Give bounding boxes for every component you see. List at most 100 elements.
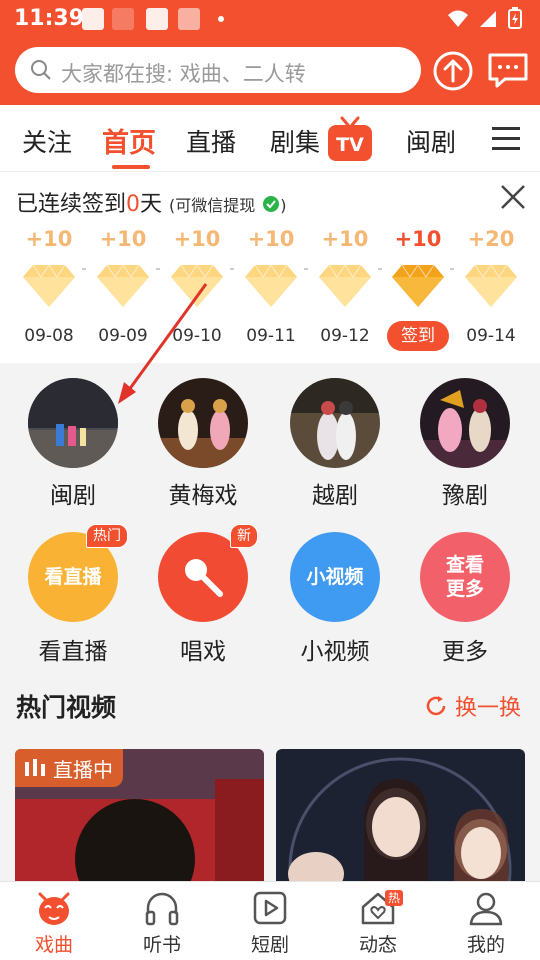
points-label: +10 (25, 227, 73, 251)
category-huangmei-opera[interactable]: 黄梅戏 (148, 378, 258, 510)
opera-mask-icon (38, 892, 70, 925)
category-yue-opera[interactable]: 越剧 (280, 378, 390, 510)
checkin-days-count: 0 (126, 192, 141, 217)
tv-badge-icon: TV (328, 116, 372, 161)
wifi-icon (448, 7, 468, 29)
search-bar[interactable]: 大家都在搜: 戏曲、二人转 (15, 47, 421, 93)
live-badge: 直播中 (15, 749, 123, 787)
checkin-day-today[interactable]: +10 签到 (383, 227, 453, 351)
image-notification-icon (178, 8, 200, 30)
nav-short-drama[interactable]: 短剧 (225, 888, 315, 957)
search-icon (31, 60, 51, 80)
category-label: 越剧 (312, 483, 358, 509)
day-separator (304, 268, 308, 270)
app-header: 11:39 大家都在搜: 戏曲、二人转 (0, 0, 540, 105)
day-separator (230, 268, 234, 270)
tab-min-opera[interactable]: 闽剧 (406, 123, 456, 159)
hot-badge: 热 (385, 890, 404, 906)
category-yu-opera[interactable]: 豫剧 (410, 378, 520, 510)
person-icon (469, 892, 503, 926)
app-notification-icon (112, 8, 134, 30)
nav-updates[interactable]: 热 动态 (333, 888, 423, 957)
points-label: +10 (173, 227, 221, 251)
signal-icon (478, 7, 498, 29)
microphone-icon: 新 (158, 524, 258, 622)
huangmei-opera-thumbnail (158, 378, 248, 468)
tab-series[interactable]: 剧集 (270, 123, 320, 159)
status-time: 11:39 (14, 6, 85, 31)
min-opera-thumbnail (28, 378, 118, 468)
date-label: 09-12 (320, 326, 370, 346)
yue-opera-thumbnail (290, 378, 380, 468)
checkin-day: +10 09-12 (310, 227, 380, 351)
headphones-icon (145, 892, 179, 926)
battery-icon (508, 7, 528, 29)
gallery-notification-icon (82, 8, 104, 30)
diamond-icon (23, 264, 75, 307)
checkin-day: +10 09-08 (14, 227, 84, 351)
date-label: 09-14 (466, 326, 516, 346)
refresh-icon (426, 696, 446, 716)
status-bar: 11:39 (0, 0, 540, 38)
feature-short-video[interactable]: 小视频 小视频 (275, 532, 395, 666)
tab-home[interactable]: 首页 (102, 121, 156, 160)
channel-tabs: 关注 首页 直播 剧集 TV 闽剧 (0, 105, 540, 171)
search-placeholder: 大家都在搜: 戏曲、二人转 (61, 62, 306, 86)
checkin-day: +10 09-11 (236, 227, 306, 351)
points-label: +10 (247, 227, 295, 251)
text-notification-icon (146, 8, 168, 30)
active-tab-indicator (112, 165, 150, 169)
day-separator (156, 268, 160, 270)
yu-opera-thumbnail (420, 378, 510, 468)
hot-badge: 热门 (86, 524, 128, 548)
hot-videos-title: 热门视频 (16, 693, 117, 722)
day-separator (450, 268, 454, 270)
more-notifications-dot (218, 16, 224, 22)
play-icon (253, 891, 287, 925)
menu-icon[interactable] (490, 125, 522, 153)
category-label: 豫剧 (442, 483, 488, 509)
checkin-note: (可微信提现 (169, 196, 256, 215)
category-label: 黄梅戏 (168, 483, 238, 509)
feature-label: 看直播 (38, 639, 108, 665)
diamond-icon (465, 264, 517, 307)
watch-live-icon: 看直播 热门 (28, 524, 128, 622)
video-card-live[interactable]: 直播中 (15, 749, 264, 881)
new-badge: 新 (230, 524, 258, 548)
diamond-icon (392, 264, 444, 307)
feature-watch-live[interactable]: 看直播 热门 看直播 (13, 524, 133, 666)
diamond-icon (245, 264, 297, 307)
date-label: 09-08 (24, 326, 74, 346)
tab-live[interactable]: 直播 (186, 123, 236, 159)
close-icon[interactable] (500, 184, 526, 210)
checkin-button[interactable]: 签到 (383, 321, 453, 351)
feature-label: 小视频 (300, 639, 370, 665)
svg-text:TV: TV (336, 134, 364, 156)
feature-more[interactable]: 查看更多 更多 (405, 532, 525, 666)
drama-video-thumbnail (276, 749, 525, 881)
upload-icon[interactable] (432, 50, 474, 92)
category-min-opera[interactable]: 闽剧 (18, 378, 128, 510)
day-separator (82, 268, 86, 270)
nav-audiobooks[interactable]: 听书 (117, 888, 207, 957)
message-icon[interactable] (487, 50, 529, 92)
refresh-button[interactable]: 换一换 (424, 690, 521, 722)
live-bars-icon (25, 759, 45, 776)
more-icon: 查看更多 (420, 532, 510, 622)
wechat-check-icon (263, 196, 280, 212)
points-label: +20 (467, 227, 515, 251)
feature-label: 唱戏 (180, 639, 226, 665)
diamond-icon (319, 264, 371, 307)
video-card-drama[interactable] (276, 749, 525, 881)
short-video-icon: 小视频 (290, 532, 380, 622)
points-label: +10 (394, 227, 442, 251)
tab-follow[interactable]: 关注 (22, 123, 72, 159)
nav-opera[interactable]: 戏曲 (9, 888, 99, 957)
nav-profile[interactable]: 我的 (441, 888, 531, 957)
category-label: 闽剧 (50, 483, 96, 509)
feature-sing-opera[interactable]: 新 唱戏 (143, 524, 263, 666)
points-label: +10 (321, 227, 369, 251)
points-label: +10 (99, 227, 147, 251)
checkin-title: 已连续签到0天 (可微信提现 ) (16, 192, 287, 217)
bottom-navigation: 戏曲 听书 短剧 热 动态 我的 (0, 881, 540, 960)
